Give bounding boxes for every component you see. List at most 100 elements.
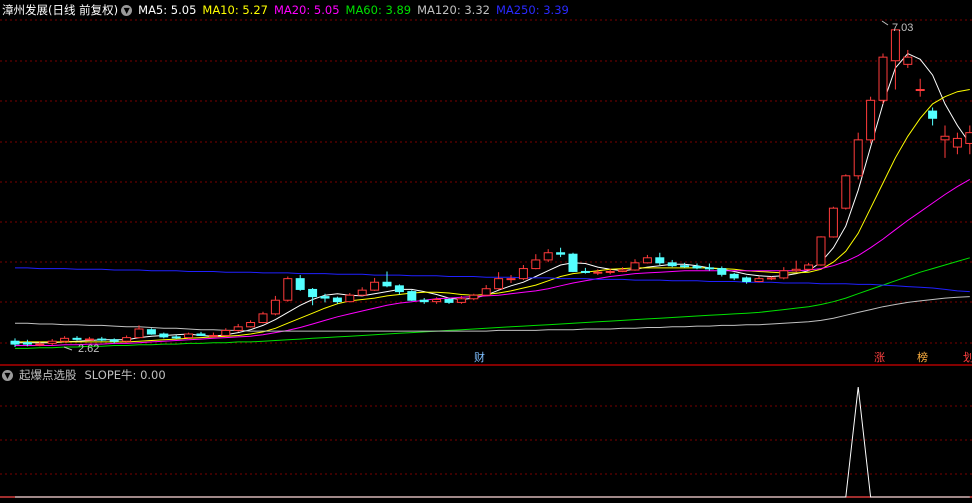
candle-22 <box>283 276 293 302</box>
candle-32 <box>407 290 417 301</box>
candle-body <box>692 265 702 269</box>
ma250-line <box>15 267 970 293</box>
candle-33 <box>419 298 429 304</box>
candle-body <box>556 252 566 255</box>
candle-body <box>295 278 305 290</box>
candle-body <box>258 313 268 324</box>
candle-6 <box>84 336 94 341</box>
candle-body <box>60 337 70 342</box>
candle-43 <box>543 249 553 263</box>
chevron-down-icon[interactable]: ▼ <box>121 5 133 16</box>
candle-body <box>444 299 454 303</box>
candle-body <box>270 299 280 315</box>
stock-title[interactable]: 漳州发展(日线 前复权) <box>2 3 118 17</box>
candle-body <box>816 236 826 266</box>
candle-24 <box>308 287 318 306</box>
price-labels: 7.03 2.62 <box>63 20 913 355</box>
candle-77 <box>965 125 972 155</box>
candle-body <box>580 270 590 273</box>
candle-body <box>742 277 752 283</box>
candle-68 <box>853 132 863 180</box>
ma60-line <box>15 257 970 349</box>
candle-23 <box>295 275 305 291</box>
candle-3 <box>47 339 57 346</box>
candle-body <box>965 132 972 144</box>
candle-body <box>109 339 119 342</box>
ma250-label: MA250: 3.39 <box>495 3 569 17</box>
candle-body <box>618 269 628 272</box>
candle-body <box>146 329 156 335</box>
candle-body <box>345 294 355 303</box>
candle-body <box>407 291 417 301</box>
candle-16 <box>208 332 218 337</box>
finance-marker[interactable]: 财 <box>474 351 485 364</box>
chart-canvas[interactable]: 7.03 2.62 <box>0 0 972 503</box>
chevron-down-icon[interactable]: ▼ <box>2 370 13 381</box>
candle-14 <box>184 332 194 339</box>
candle-body <box>382 281 392 287</box>
candle-body <box>841 175 851 209</box>
candle-body <box>903 56 913 65</box>
candle-body <box>419 299 429 303</box>
candle-body <box>804 264 814 270</box>
candle-body <box>729 273 739 279</box>
candle-body <box>357 289 367 296</box>
candle-58 <box>729 272 739 281</box>
candle-body <box>605 270 615 273</box>
candle-46 <box>580 267 590 274</box>
candle-54 <box>680 262 690 268</box>
candle-51 <box>642 254 652 264</box>
candle-45 <box>568 252 578 273</box>
candle-44 <box>556 247 566 258</box>
candle-body <box>394 285 404 293</box>
candle-body <box>667 262 677 267</box>
candle-body <box>97 338 107 341</box>
candle-73 <box>915 78 925 97</box>
candle-body <box>779 270 789 279</box>
candle-29 <box>370 277 380 291</box>
candle-body <box>47 340 57 344</box>
candle-body <box>593 271 603 274</box>
candle-12 <box>159 332 169 339</box>
sub-title[interactable]: 起爆点选股 <box>19 368 77 382</box>
slope-label: SLOPE牛: 0.00 <box>84 368 166 382</box>
signal-spike <box>15 386 970 498</box>
candle-57 <box>717 266 727 277</box>
candle-body <box>915 89 925 92</box>
candle-63 <box>791 260 801 273</box>
candle-64 <box>804 262 814 271</box>
candle-67 <box>841 174 851 210</box>
candle-40 <box>506 275 516 283</box>
candle-body <box>878 56 888 101</box>
candle-body <box>22 342 32 345</box>
candle-body <box>370 281 380 291</box>
candle-39 <box>494 272 504 290</box>
sub-header: ▼ 起爆点选股 SLOPE牛: 0.00 <box>2 368 172 382</box>
edge-marker[interactable]: 划 <box>963 351 972 364</box>
candle-body <box>196 333 206 336</box>
candle-4 <box>60 336 70 343</box>
candle-11 <box>146 328 156 335</box>
candle-13 <box>171 334 181 340</box>
ma20-label: MA20: 5.05 <box>273 3 340 17</box>
candle-body <box>122 337 132 342</box>
candle-21 <box>270 295 280 316</box>
candle-body <box>481 288 491 296</box>
candle-49 <box>618 267 628 273</box>
candle-body <box>134 328 144 339</box>
rank-list-marker[interactable]: 榜 <box>917 351 928 364</box>
limit-up-marker[interactable]: 涨 <box>874 351 885 364</box>
candle-body <box>456 298 466 303</box>
candle-body <box>332 297 342 303</box>
candle-body <box>568 253 578 272</box>
candle-60 <box>754 276 764 283</box>
ma-lines <box>15 52 971 349</box>
sub-panel <box>0 386 972 498</box>
candle-65 <box>816 236 826 266</box>
main-header: 漳州发展(日线 前复权) ▼ MA5: 5.05 MA10: 5.27 MA20: 5.… <box>2 3 575 17</box>
candle-69 <box>866 96 876 144</box>
candle-body <box>506 278 516 281</box>
candle-body <box>35 343 45 346</box>
candle-body <box>159 333 169 338</box>
candle-38 <box>481 285 491 296</box>
